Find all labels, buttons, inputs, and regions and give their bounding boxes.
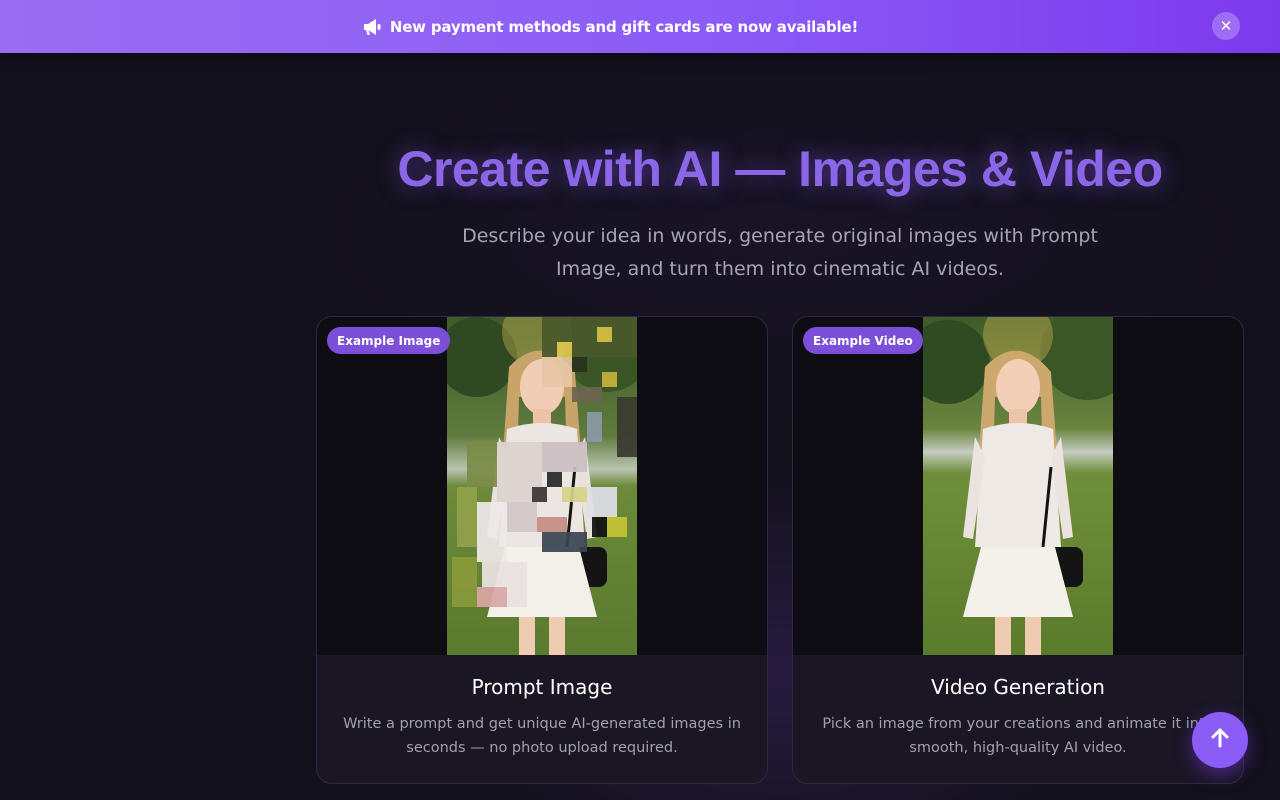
- page-subtitle: Describe your idea in words, generate or…: [462, 225, 1098, 280]
- card-title: Prompt Image: [471, 675, 613, 699]
- video-generation-card[interactable]: Example Video Video Generation Pick an i…: [792, 316, 1244, 784]
- prompt-image-card[interactable]: Example Image Prompt Image Write a promp…: [316, 316, 768, 784]
- scroll-to-top-button[interactable]: [1192, 712, 1248, 768]
- card-description: Write a prompt and get unique AI-generat…: [343, 716, 741, 756]
- example-video-badge: Example Video: [803, 327, 923, 354]
- example-image: [447, 317, 637, 655]
- card-title: Video Generation: [931, 675, 1105, 699]
- card-media: Example Image: [317, 317, 767, 655]
- announcement-banner: New payment methods and gift cards are n…: [0, 0, 1280, 53]
- card-description: Pick an image from your creations and an…: [822, 716, 1214, 756]
- megaphone-icon: [362, 18, 382, 36]
- close-icon: ✕: [1219, 16, 1233, 35]
- banner-content: New payment methods and gift cards are n…: [362, 18, 858, 36]
- card-media: Example Video: [793, 317, 1243, 655]
- banner-text: New payment methods and gift cards are n…: [389, 17, 859, 36]
- page-title: Create with AI — Images & Video: [397, 141, 1163, 197]
- example-video: [923, 317, 1113, 655]
- example-image-badge: Example Image: [327, 327, 451, 354]
- close-banner-button[interactable]: ✕: [1212, 12, 1240, 40]
- arrow-up-icon: [1209, 727, 1231, 753]
